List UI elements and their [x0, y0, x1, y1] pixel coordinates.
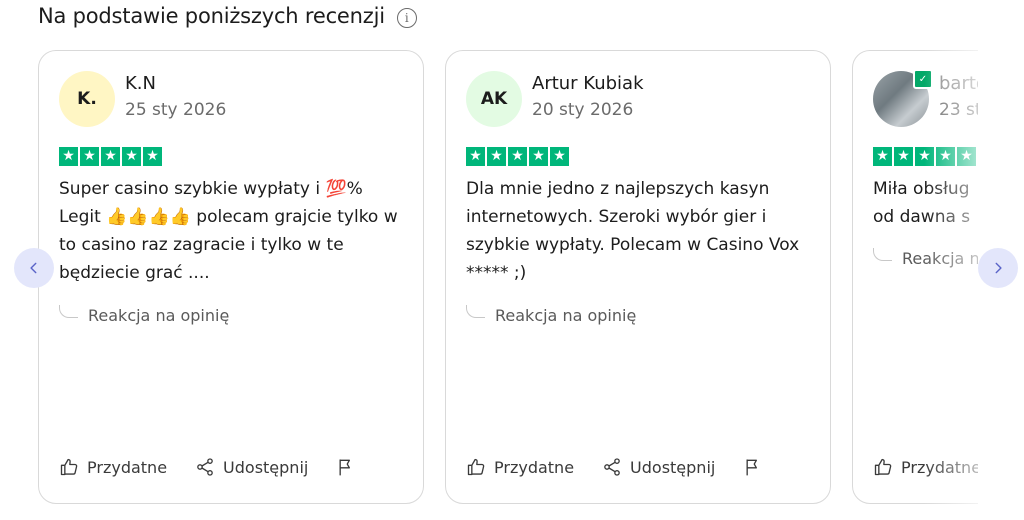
- chevron-left-icon: [30, 262, 37, 274]
- share-label: Udostępnij: [223, 457, 309, 477]
- star-icon: ★: [529, 147, 548, 166]
- star-icon: ★: [550, 147, 569, 166]
- review-date: 25 sty 2026: [125, 100, 227, 120]
- helpful-button[interactable]: Przydatne: [873, 457, 978, 477]
- reply-icon: [466, 305, 485, 318]
- reviews-carousel: K. K.N 25 sty 2026 ★ ★ ★ ★ ★ Super casin…: [38, 50, 978, 510]
- reply-label: Reakcja n: [902, 249, 978, 268]
- star-icon: ★: [894, 147, 913, 166]
- review-card: AK Artur Kubiak 20 sty 2026 ★ ★ ★ ★ ★ Dl…: [445, 50, 831, 504]
- carousel-prev-button[interactable]: [14, 248, 54, 288]
- avatar[interactable]: AK: [466, 71, 522, 127]
- report-button[interactable]: [743, 457, 763, 477]
- review-date: 20 sty 2026: [532, 100, 634, 120]
- reply-icon: [873, 248, 892, 261]
- helpful-label: Przydatne: [901, 457, 978, 477]
- helpful-label: Przydatne: [494, 457, 575, 477]
- star-icon: ★: [508, 147, 527, 166]
- reply-link[interactable]: Reakcja na opinię: [466, 305, 637, 325]
- reply-icon: [59, 305, 78, 318]
- thumbs-up-icon: [60, 458, 78, 476]
- helpful-label: Przydatne: [87, 457, 168, 477]
- info-icon[interactable]: i: [396, 7, 417, 28]
- review-card: K. K.N 25 sty 2026 ★ ★ ★ ★ ★ Super casin…: [38, 50, 424, 504]
- star-icon: ★: [466, 147, 485, 166]
- reply-link[interactable]: Reakcja n: [873, 248, 978, 268]
- reply-label: Reakcja na opinię: [495, 306, 637, 325]
- avatar[interactable]: ✓: [873, 69, 933, 127]
- star-icon: ★: [873, 147, 892, 166]
- share-icon: [197, 458, 213, 476]
- star-icon: ★: [936, 147, 955, 166]
- share-button[interactable]: Udostępnij: [602, 457, 715, 477]
- review-text[interactable]: Dla mnie jedno z najlepszych kasyn inter…: [466, 175, 814, 287]
- star-icon: ★: [957, 147, 976, 166]
- reply-label: Reakcja na opinię: [88, 306, 230, 325]
- star-icon: ★: [101, 147, 120, 166]
- reply-link[interactable]: Reakcja na opinię: [59, 305, 230, 325]
- star-rating: ★ ★ ★ ★ ★: [873, 147, 976, 166]
- thumbs-up-icon: [874, 458, 892, 476]
- review-text[interactable]: Miła obsług od dawna s: [873, 175, 978, 231]
- star-icon: ★: [143, 147, 162, 166]
- review-text[interactable]: Super casino szybkie wypłaty i 💯% Legit …: [59, 175, 407, 287]
- thumbs-up-icon: [467, 458, 485, 476]
- star-icon: ★: [59, 147, 78, 166]
- report-button[interactable]: [336, 457, 356, 477]
- avatar[interactable]: K.: [59, 71, 115, 127]
- flag-icon: [339, 459, 351, 476]
- star-icon: ★: [122, 147, 141, 166]
- star-icon: ★: [487, 147, 506, 166]
- share-button[interactable]: Udostępnij: [195, 457, 308, 477]
- star-rating: ★ ★ ★ ★ ★: [59, 147, 162, 166]
- share-icon: [604, 458, 620, 476]
- flag-icon: [746, 459, 758, 476]
- carousel-next-button[interactable]: [978, 248, 1018, 288]
- review-date: 23 st: [939, 100, 978, 120]
- reviewer-name[interactable]: Artur Kubiak: [532, 73, 644, 94]
- reviewer-name[interactable]: K.N: [125, 73, 226, 94]
- star-icon: ★: [915, 147, 934, 166]
- section-title: Na podstawie poniższych recenzji: [38, 4, 385, 28]
- reviewer-name[interactable]: barto: [939, 73, 978, 94]
- section-header: Na podstawie poniższych recenzji i: [38, 4, 417, 28]
- chevron-right-icon: [995, 262, 1002, 274]
- star-icon: ★: [80, 147, 99, 166]
- review-card: ✓ barto 23 st ★ ★ ★ ★ ★ Miła obsług od d…: [852, 50, 978, 504]
- helpful-button[interactable]: Przydatne: [59, 457, 167, 477]
- star-rating: ★ ★ ★ ★ ★: [466, 147, 569, 166]
- share-label: Udostępnij: [630, 457, 716, 477]
- verified-icon: ✓: [913, 69, 933, 89]
- helpful-button[interactable]: Przydatne: [466, 457, 574, 477]
